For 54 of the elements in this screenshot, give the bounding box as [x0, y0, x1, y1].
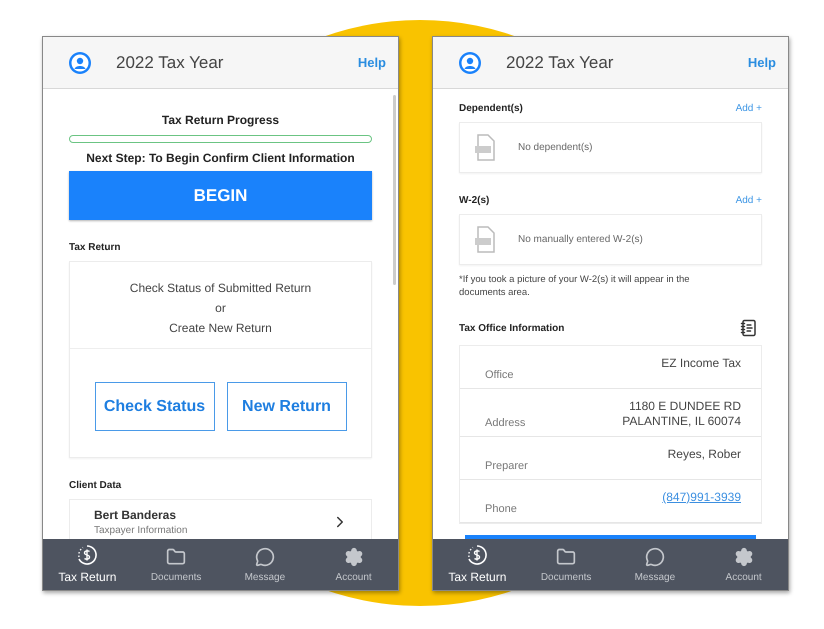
tab[interactable]: Message — [610, 539, 700, 590]
add-link[interactable]: Add + — [736, 195, 762, 206]
folder-icon — [166, 546, 186, 566]
empty-text: No manually entered W-2(s) — [518, 234, 643, 245]
add-link[interactable]: Add + — [736, 103, 762, 114]
tab[interactable]: Message — [220, 539, 310, 590]
client-role: Taxpayer Information — [94, 525, 188, 536]
card-text: Create New Return — [168, 320, 273, 337]
chat-bubble-icon — [254, 546, 275, 566]
user-icon[interactable] — [458, 50, 482, 74]
tab[interactable]: Account — [699, 539, 788, 590]
field-value: PALANTINE, IL 60074 — [622, 414, 741, 429]
document-icon — [474, 226, 496, 254]
progress-title: Tax Return Progress — [160, 113, 280, 127]
tab[interactable]: Tax Return — [43, 539, 132, 590]
dollar-circle-icon — [77, 545, 98, 565]
outline-button[interactable]: Check Status — [94, 382, 214, 431]
field-label: Address — [485, 417, 526, 429]
field-label: Office — [485, 369, 514, 381]
chat-bubble-icon — [644, 546, 665, 566]
client-name: Bert Banderas — [94, 508, 178, 522]
settings-icon — [344, 546, 364, 566]
settings-icon — [734, 546, 754, 566]
section-heading: Dependent(s) — [459, 103, 523, 114]
section-heading: W-2(s) — [459, 195, 490, 206]
next-step-text: Next Step: To Begin Confirm Client Information — [85, 151, 356, 165]
user-icon[interactable] — [68, 50, 92, 74]
begin-button[interactable]: BEGIN — [69, 171, 372, 220]
card-text: Check Status of Submitted Return — [128, 280, 312, 297]
help-link[interactable]: Help — [748, 55, 776, 70]
phone-link[interactable]: (847)991-3939 — [662, 490, 741, 504]
tab[interactable]: Documents — [522, 539, 610, 590]
section-heading: Client Data — [69, 480, 122, 491]
document-icon — [474, 134, 496, 162]
note-text: *If you took a picture of your W-2(s) it will appear in the documents area. — [459, 273, 691, 299]
section-heading: Tax Office Information — [459, 322, 564, 334]
tax-year-title: 2022 Tax Year — [116, 52, 224, 72]
folder-icon — [556, 546, 576, 566]
tab[interactable]: Documents — [132, 539, 220, 590]
tab[interactable]: Tax Return — [433, 539, 522, 590]
help-link[interactable]: Help — [358, 55, 386, 70]
field-value: Reyes, Rober — [668, 447, 741, 462]
field-value: EZ Income Tax — [661, 356, 741, 371]
card-text: or — [214, 300, 227, 317]
outline-button[interactable]: New Return — [226, 382, 346, 431]
field-label: Preparer — [485, 460, 528, 472]
tax-year-title: 2022 Tax Year — [506, 52, 614, 72]
section-heading: Tax Return — [69, 242, 120, 253]
field-label: Phone — [485, 503, 517, 515]
tab[interactable]: Account — [309, 539, 398, 590]
notebook-icon[interactable] — [740, 319, 758, 337]
dollar-circle-icon — [467, 545, 488, 565]
field-value: 1180 E DUNDEE RD — [628, 399, 741, 414]
empty-text: No dependent(s) — [518, 142, 592, 153]
